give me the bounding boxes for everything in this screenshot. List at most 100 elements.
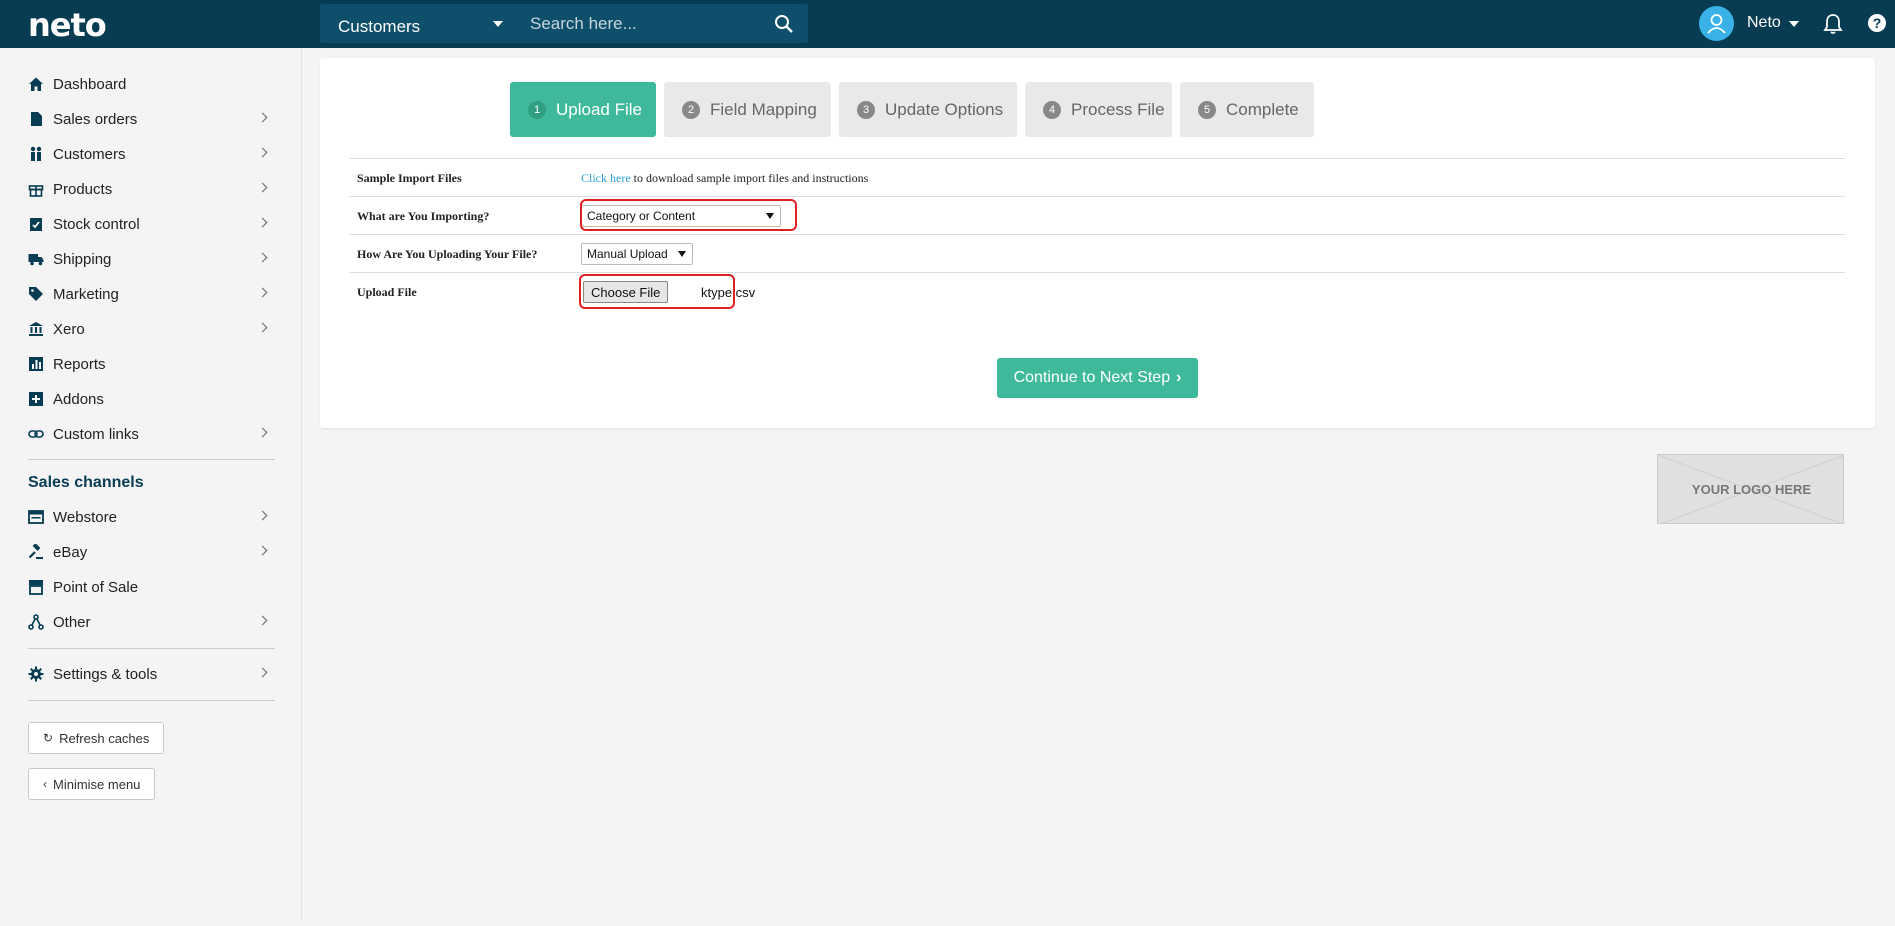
- step-label: Complete: [1226, 99, 1299, 119]
- logo-placeholder-text: YOUR LOGO HERE: [1691, 482, 1812, 497]
- step-process-file[interactable]: 4 Process File: [1025, 82, 1172, 137]
- chevron-right-icon: [257, 252, 268, 263]
- caret-down-icon[interactable]: [1789, 21, 1799, 27]
- browser-icon: [28, 510, 44, 524]
- chevron-left-icon: ‹: [43, 777, 47, 791]
- importing-label: What are You Importing?: [357, 209, 490, 223]
- refresh-caches-button[interactable]: ↻ Refresh caches: [28, 722, 165, 754]
- upload-method-select[interactable]: Manual Upload: [581, 243, 693, 265]
- step-upload-file[interactable]: 1 Upload File: [510, 82, 656, 137]
- upload-file-row: Upload File Choose File ktype.csv: [349, 272, 1845, 310]
- step-field-mapping[interactable]: 2 Field Mapping: [664, 82, 831, 137]
- import-panel: 1 Upload File 2 Field Mapping 3 Update O…: [320, 58, 1875, 428]
- caret-down-icon: [493, 21, 503, 27]
- sidebar-item-label: Stock control: [53, 215, 140, 233]
- bank-icon: [29, 322, 43, 336]
- sidebar-item-label: Settings & tools: [53, 665, 158, 683]
- sidebar-item-settings[interactable]: Settings & tools: [28, 660, 274, 688]
- sidebar-item-other[interactable]: Other: [28, 608, 274, 636]
- help-icon[interactable]: ?: [1868, 14, 1886, 32]
- chevron-right-icon: [257, 112, 268, 123]
- sample-files-text: Click here to download sample import fil…: [581, 171, 868, 186]
- step-complete[interactable]: 5 Complete: [1180, 82, 1314, 137]
- truck-icon: [28, 254, 44, 266]
- search-bar: Customers: [320, 4, 808, 43]
- home-icon: [29, 77, 43, 91]
- tag-icon: [29, 287, 43, 301]
- highlight-choose-file: [579, 274, 735, 309]
- chevron-right-icon: [257, 667, 268, 678]
- chevron-right-icon: [257, 545, 268, 556]
- continue-label: Continue to Next Step: [1013, 369, 1171, 386]
- sidebar-item-reports[interactable]: Reports: [28, 350, 274, 378]
- sidebar-item-label: Shipping: [53, 250, 112, 268]
- network-icon: [28, 614, 44, 630]
- continue-next-step-button[interactable]: Continue to Next Step ›: [997, 358, 1198, 398]
- sidebar-item-label: Addons: [53, 390, 104, 408]
- chevron-right-icon: [257, 427, 268, 438]
- neto-logo[interactable]: neto: [28, 6, 107, 44]
- sidebar-item-sales-orders[interactable]: Sales orders: [28, 105, 274, 133]
- sidebar-item-label: Reports: [53, 355, 106, 373]
- step-number: 5: [1198, 100, 1216, 119]
- search-scope-dropdown[interactable]: Customers: [320, 4, 515, 43]
- chevron-right-icon: ›: [1176, 369, 1182, 386]
- sidebar-item-webstore[interactable]: Webstore: [28, 503, 274, 531]
- user-name[interactable]: Neto: [1747, 14, 1781, 32]
- gavel-icon: [28, 544, 43, 559]
- step-update-options[interactable]: 3 Update Options: [839, 82, 1017, 137]
- sidebar-item-label: Other: [53, 613, 91, 631]
- sidebar-item-ebay[interactable]: eBay: [28, 538, 274, 566]
- chart-icon: [29, 357, 43, 371]
- sidebar-item-addons[interactable]: Addons: [28, 385, 274, 413]
- uploading-label: How Are You Uploading Your File?: [357, 247, 538, 261]
- step-number: 1: [528, 100, 546, 119]
- search-icon[interactable]: [774, 14, 794, 34]
- click-here-link[interactable]: Click here: [581, 171, 631, 185]
- chevron-right-icon: [257, 510, 268, 521]
- sidebar-item-label: Marketing: [53, 285, 119, 303]
- chevron-right-icon: [257, 147, 268, 158]
- step-number: 2: [682, 100, 700, 119]
- minimise-menu-label: Minimise menu: [53, 776, 141, 792]
- refresh-caches-label: Refresh caches: [59, 730, 150, 746]
- gift-icon: [28, 185, 44, 197]
- step-number: 3: [857, 100, 875, 119]
- step-label: Field Mapping: [710, 99, 817, 119]
- user-avatar[interactable]: [1699, 6, 1734, 41]
- chevron-right-icon: [257, 615, 268, 626]
- sidebar-item-dashboard[interactable]: Dashboard: [28, 70, 274, 98]
- upload-file-label: Upload File: [357, 285, 417, 299]
- sidebar: Dashboard Sales orders Customers Product…: [0, 48, 302, 922]
- plus-square-icon: [29, 392, 43, 406]
- sidebar-item-stock-control[interactable]: Stock control: [28, 210, 274, 238]
- sidebar-item-marketing[interactable]: Marketing: [28, 280, 274, 308]
- user-icon: [1707, 14, 1726, 34]
- chevron-right-icon: [257, 217, 268, 228]
- minimise-menu-button[interactable]: ‹ Minimise menu: [28, 768, 156, 800]
- sidebar-item-label: Dashboard: [53, 75, 127, 93]
- upload-method-value: Manual Upload: [587, 247, 668, 261]
- gear-icon: [28, 666, 44, 682]
- sidebar-item-label: Custom links: [53, 425, 139, 443]
- logo-placeholder: YOUR LOGO HERE: [1657, 454, 1844, 524]
- chevron-right-icon: [257, 287, 268, 298]
- sidebar-item-products[interactable]: Products: [28, 175, 274, 203]
- search-input[interactable]: [530, 10, 770, 37]
- sidebar-item-custom-links[interactable]: Custom links: [28, 420, 274, 448]
- uploading-row: How Are You Uploading Your File? Manual …: [349, 234, 1845, 272]
- sidebar-item-shipping[interactable]: Shipping: [28, 245, 274, 273]
- step-label: Upload File: [556, 99, 642, 119]
- sidebar-item-label: Xero: [53, 320, 85, 338]
- bell-icon[interactable]: [1823, 13, 1843, 35]
- sample-files-description: to download sample import files and inst…: [630, 171, 869, 185]
- chevron-right-icon: [257, 182, 268, 193]
- sample-files-label: Sample Import Files: [357, 171, 462, 185]
- sidebar-item-label: Point of Sale: [53, 578, 139, 596]
- sidebar-item-xero[interactable]: Xero: [28, 315, 274, 343]
- sidebar-item-point-of-sale[interactable]: Point of Sale: [28, 573, 274, 601]
- step-number: 4: [1043, 100, 1061, 119]
- sidebar-divider: [28, 700, 275, 701]
- sidebar-item-label: Products: [53, 180, 113, 198]
- sidebar-item-customers[interactable]: Customers: [28, 140, 274, 168]
